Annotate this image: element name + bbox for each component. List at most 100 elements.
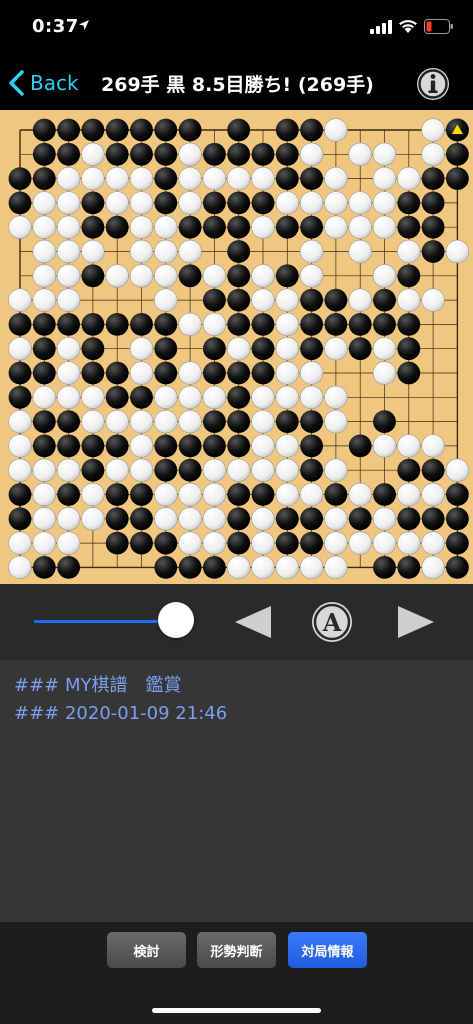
black-stone bbox=[227, 215, 251, 239]
white-stone bbox=[299, 142, 324, 167]
white-stone bbox=[299, 264, 324, 288]
white-stone bbox=[348, 482, 372, 507]
black-stone bbox=[300, 337, 323, 361]
black-stone bbox=[154, 458, 178, 482]
white-stone bbox=[32, 531, 57, 555]
comment-panel[interactable]: ### MY棋譜 鑑賞 ### 2020-01-09 21:46 bbox=[0, 660, 473, 922]
position-judgment-button[interactable]: 形勢判断 bbox=[197, 932, 276, 968]
white-stone bbox=[299, 555, 324, 580]
black-stone bbox=[300, 313, 323, 336]
triangle-right-icon[interactable] bbox=[396, 604, 436, 640]
bottom-toolbar: 検討 形勢判断 対局情報 bbox=[0, 922, 473, 1024]
white-stone bbox=[202, 166, 227, 191]
white-stone bbox=[56, 507, 81, 531]
white-stone bbox=[154, 239, 178, 264]
black-stone bbox=[300, 215, 323, 239]
black-stone bbox=[81, 434, 105, 458]
black-stone bbox=[227, 507, 251, 531]
white-stone bbox=[154, 288, 178, 312]
black-stone bbox=[178, 118, 202, 142]
white-stone bbox=[372, 142, 397, 167]
info-icon[interactable] bbox=[415, 66, 451, 102]
game-info-button[interactable]: 対局情報 bbox=[288, 932, 367, 968]
white-stone bbox=[56, 215, 81, 239]
black-stone bbox=[275, 410, 299, 433]
playback-controls: A bbox=[0, 584, 473, 660]
black-stone bbox=[154, 191, 178, 215]
black-stone bbox=[81, 361, 105, 385]
white-stone bbox=[32, 264, 57, 288]
white-stone bbox=[275, 288, 299, 312]
white-stone bbox=[154, 409, 178, 434]
black-stone bbox=[373, 556, 396, 579]
black-stone bbox=[348, 507, 372, 531]
black-stone bbox=[421, 167, 445, 190]
black-stone bbox=[57, 556, 80, 579]
black-stone bbox=[32, 410, 56, 433]
black-stone bbox=[130, 531, 153, 555]
white-stone bbox=[32, 215, 57, 239]
back-button[interactable]: Back bbox=[8, 66, 79, 100]
home-indicator[interactable] bbox=[152, 1008, 321, 1013]
white-stone bbox=[129, 409, 154, 434]
white-stone bbox=[178, 507, 202, 531]
go-board-grid[interactable] bbox=[0, 110, 473, 584]
white-stone bbox=[227, 458, 251, 482]
white-stone bbox=[275, 361, 299, 385]
white-stone bbox=[324, 118, 348, 142]
black-stone bbox=[300, 507, 323, 531]
black-stone bbox=[348, 313, 372, 336]
black-stone bbox=[397, 264, 421, 288]
triangle-left-icon[interactable] bbox=[233, 604, 273, 640]
white-stone bbox=[56, 264, 81, 288]
black-stone bbox=[300, 458, 323, 482]
black-stone bbox=[203, 434, 226, 458]
black-stone bbox=[203, 142, 226, 166]
white-stone bbox=[178, 312, 202, 337]
examine-button[interactable]: 検討 bbox=[107, 932, 186, 968]
white-stone bbox=[397, 531, 421, 555]
black-stone bbox=[154, 434, 178, 458]
white-stone bbox=[154, 482, 178, 507]
white-stone bbox=[275, 434, 299, 458]
white-stone bbox=[421, 482, 445, 507]
white-stone bbox=[275, 337, 299, 361]
black-stone bbox=[251, 483, 275, 506]
white-stone bbox=[421, 531, 445, 555]
black-stone bbox=[227, 361, 251, 385]
black-stone bbox=[81, 191, 105, 215]
circled-a-icon[interactable]: A bbox=[310, 600, 354, 644]
black-stone bbox=[105, 313, 129, 336]
white-stone bbox=[421, 142, 445, 167]
white-stone bbox=[105, 191, 129, 215]
black-stone bbox=[397, 361, 421, 385]
black-stone bbox=[57, 142, 80, 166]
white-stone bbox=[324, 531, 348, 555]
white-stone bbox=[251, 555, 275, 580]
white-stone bbox=[299, 239, 324, 264]
black-stone bbox=[8, 167, 32, 190]
go-board[interactable] bbox=[0, 110, 473, 584]
black-stone bbox=[275, 507, 299, 531]
white-stone bbox=[324, 166, 348, 191]
white-stone bbox=[299, 191, 324, 215]
black-stone bbox=[251, 361, 275, 385]
white-stone bbox=[129, 239, 154, 264]
white-stone bbox=[251, 215, 275, 239]
black-stone bbox=[324, 288, 348, 312]
black-stone bbox=[8, 385, 32, 409]
black-stone bbox=[57, 410, 80, 433]
white-stone bbox=[8, 531, 32, 555]
white-stone bbox=[178, 531, 202, 555]
move-slider-track[interactable] bbox=[34, 620, 176, 623]
black-stone bbox=[57, 313, 80, 336]
white-stone bbox=[227, 166, 251, 191]
white-stone bbox=[56, 166, 81, 191]
black-stone bbox=[227, 264, 251, 288]
black-stone bbox=[227, 191, 251, 215]
black-stone bbox=[251, 142, 275, 166]
white-stone bbox=[154, 385, 178, 409]
white-stone bbox=[32, 507, 57, 531]
white-stone bbox=[129, 215, 154, 239]
move-slider-thumb[interactable] bbox=[158, 602, 194, 638]
